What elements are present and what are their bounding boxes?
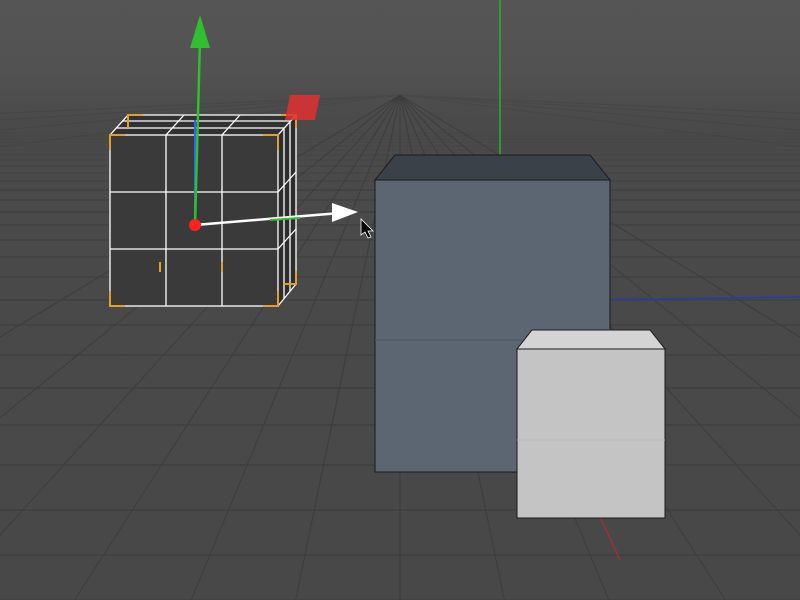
viewport-3d[interactable] bbox=[0, 0, 800, 600]
cursor-icon bbox=[0, 0, 800, 600]
